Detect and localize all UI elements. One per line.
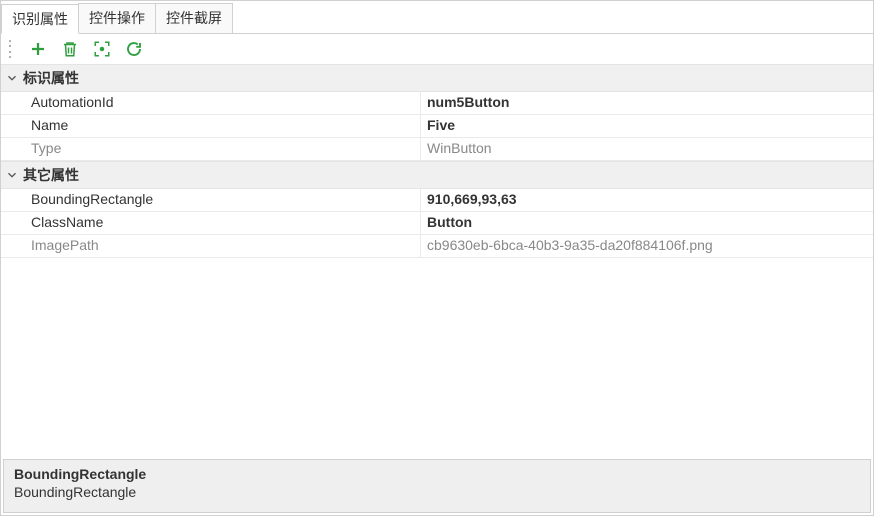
refresh-icon[interactable] (125, 40, 143, 58)
property-row[interactable]: ClassName Button (1, 212, 873, 235)
group-title: 标识属性 (23, 68, 79, 88)
tab-control-screenshot[interactable]: 控件截屏 (155, 3, 233, 33)
tab-label: 控件截屏 (166, 10, 222, 26)
chevron-down-icon[interactable] (5, 71, 19, 85)
property-value: WinButton (421, 138, 873, 160)
group-header-identity[interactable]: 标识属性 (1, 64, 873, 92)
property-row[interactable]: Type WinButton (1, 138, 873, 161)
capture-icon[interactable] (93, 40, 111, 58)
property-row[interactable]: Name Five (1, 115, 873, 138)
group-title: 其它属性 (23, 165, 79, 185)
toolbar-grip (9, 40, 13, 58)
tab-identify-attrs[interactable]: 识别属性 (1, 4, 79, 34)
tabs-spacer (232, 1, 873, 33)
property-name: Name (1, 115, 421, 137)
property-value[interactable]: num5Button (421, 92, 873, 114)
property-value[interactable]: Five (421, 115, 873, 137)
property-name: AutomationId (1, 92, 421, 114)
property-name: Type (1, 138, 421, 160)
property-value: cb9630eb-6bca-40b3-9a35-da20f884106f.png (421, 235, 873, 257)
property-value[interactable]: Button (421, 212, 873, 234)
property-row[interactable]: BoundingRectangle 910,669,93,63 (1, 189, 873, 212)
delete-icon[interactable] (61, 40, 79, 58)
toolbar (1, 34, 873, 64)
property-row[interactable]: AutomationId num5Button (1, 92, 873, 115)
add-icon[interactable] (29, 40, 47, 58)
tab-label: 控件操作 (89, 10, 145, 26)
group-header-other[interactable]: 其它属性 (1, 161, 873, 189)
property-name: ImagePath (1, 235, 421, 257)
description-title: BoundingRectangle (14, 466, 860, 482)
tab-bar: 识别属性 控件操作 控件截屏 (1, 1, 873, 34)
property-name: ClassName (1, 212, 421, 234)
chevron-down-icon[interactable] (5, 168, 19, 182)
tab-control-actions[interactable]: 控件操作 (78, 3, 156, 33)
property-value[interactable]: 910,669,93,63 (421, 189, 873, 211)
description-panel: BoundingRectangle BoundingRectangle (3, 459, 871, 513)
property-row[interactable]: ImagePath cb9630eb-6bca-40b3-9a35-da20f8… (1, 235, 873, 258)
property-name: BoundingRectangle (1, 189, 421, 211)
tab-label: 识别属性 (12, 11, 68, 27)
property-grid: 标识属性 AutomationId num5Button Name Five T… (1, 64, 873, 457)
main-panel: 识别属性 控件操作 控件截屏 标识属性 AutomationId num5But… (0, 0, 874, 516)
description-text: BoundingRectangle (14, 484, 860, 500)
